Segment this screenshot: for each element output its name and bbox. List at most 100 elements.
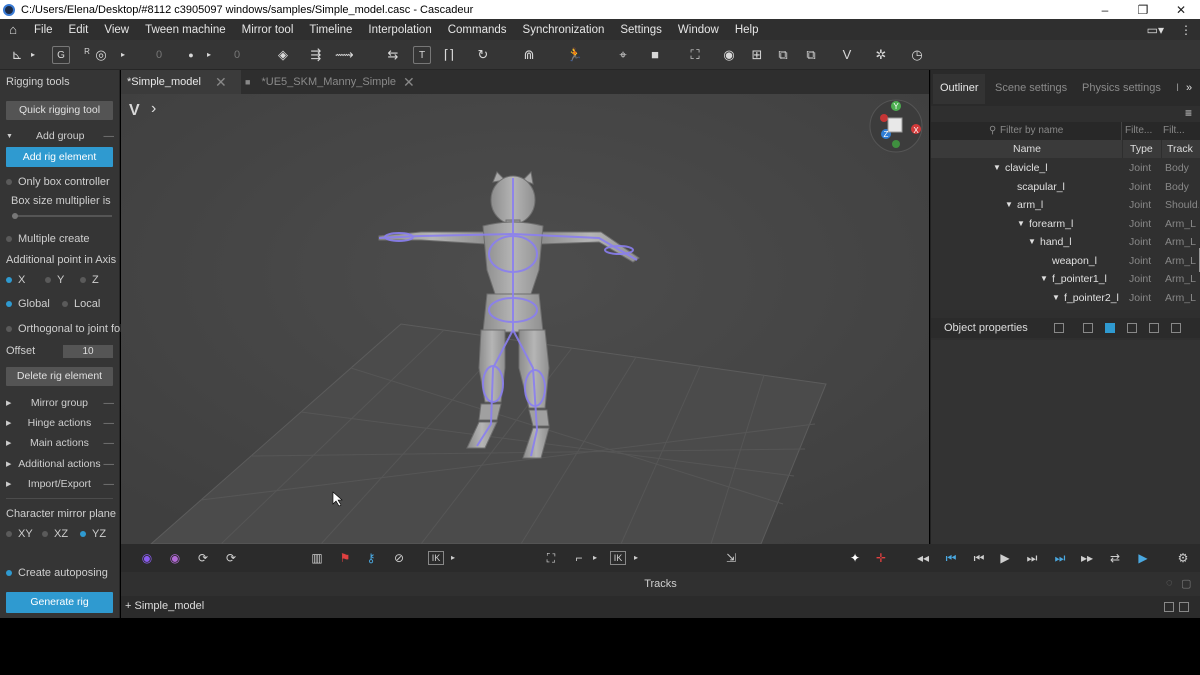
chevron-right-icon[interactable]: › [151,100,156,118]
camera-icon[interactable]: ■ [646,45,664,65]
col-type[interactable]: Type [1130,143,1153,155]
keyframe-interval-icon[interactable]: ◉ [167,549,183,567]
tab-scene-settings[interactable]: Scene settings [995,82,1067,94]
mirror-group-header[interactable]: ▶ Mirror group — [6,397,114,409]
props-view-icon-3[interactable] [1105,323,1115,333]
point-icon[interactable]: ● [182,45,200,65]
tree-row[interactable]: scapular_l Joint Body [931,178,1200,196]
more-icon[interactable]: ⋮ [1172,23,1200,37]
quick-rigging-tool-button[interactable]: Quick rigging tool [6,101,113,120]
menu-settings[interactable]: Settings [612,24,670,36]
viewport-logo-icon[interactable]: V [129,102,140,120]
menu-window[interactable]: Window [670,24,727,36]
box-size-slider-knob[interactable] [12,213,18,219]
plane-xy-radio[interactable]: XY [6,528,33,540]
create-autoposing-checkbox[interactable]: Create autoposing [6,567,108,579]
multiple-create-checkbox[interactable]: Multiple create [6,233,90,245]
tree-row[interactable]: weapon_l Joint Arm_L [931,252,1200,270]
layout-icon[interactable]: ▭▾ [1139,23,1172,37]
props-view-icon-1[interactable] [1054,323,1064,333]
add-rig-element-button[interactable]: Add rig element [6,147,113,167]
cascadeur-logo-icon[interactable]: V [838,45,856,65]
retime-icon[interactable]: ⇲ [723,549,739,567]
character-pose-icon[interactable]: 🏃 [566,45,584,65]
box-size-slider[interactable] [12,215,112,217]
lock-icon[interactable]: ▢ [1181,577,1191,590]
maximize-button[interactable]: ❐ [1124,3,1162,17]
bracket-icon[interactable]: ⌈⌉ [440,45,458,65]
flag-icon[interactable]: ⚑ [337,549,353,567]
close-tab-icon[interactable]: ✕ [215,70,227,94]
col-track[interactable]: Track [1167,143,1193,155]
tab-more[interactable]: I [1176,82,1179,94]
menu-commands[interactable]: Commands [440,24,515,36]
tree-row[interactable]: ▼ f_pointer1_l Joint Arm_L [931,270,1200,288]
expand-icon[interactable]: ▼ [1028,233,1036,251]
spiral-icon[interactable]: ◉ [720,45,738,65]
play-icon[interactable]: ▶ [997,549,1013,567]
target-icon[interactable]: ⌖ [614,45,632,65]
paste-frames-icon[interactable]: ⧉ [802,45,820,65]
step-interpolation-icon[interactable]: ⌐ [571,549,587,567]
go-to-end-icon[interactable]: ⏭ [1052,549,1068,567]
menu-timeline[interactable]: Timeline [301,24,360,36]
tree-row[interactable]: ▼ f_pointer2_l Joint Arm_L [931,289,1200,307]
global-radio[interactable]: Global [6,298,50,310]
rotate-tool-icon[interactable]: ↻ [474,45,492,65]
delete-rig-element-button[interactable]: Delete rig element [6,367,113,386]
track-visibility-checkbox[interactable] [1164,602,1174,612]
close-window-button[interactable]: ✕ [1162,3,1200,17]
only-box-controller-checkbox[interactable]: Only box controller [6,176,110,188]
orthogonal-checkbox[interactable]: Orthogonal to joint fold [6,323,129,335]
next-frame-icon[interactable]: ⏭ [1024,549,1040,567]
keyframe-record-icon[interactable]: ◉ [139,549,155,567]
physics-icon[interactable]: ✲ [872,45,890,65]
tabs-overflow-icon[interactable]: » [1186,82,1192,94]
hinge-actions-header[interactable]: ▶ Hinge actions — [6,417,114,429]
text-tool-button[interactable]: T [413,46,431,64]
menu-edit[interactable]: Edit [61,24,97,36]
interp-dropdown-icon[interactable]: ▸ [587,549,603,567]
menu-view[interactable]: View [96,24,137,36]
tab-simple-model[interactable]: *Simple_model ✕ [121,70,241,94]
expand-icon[interactable]: ▼ [1017,215,1025,233]
filter-type-input[interactable]: Filte... [1125,125,1152,136]
tab-outliner[interactable]: Outliner [940,82,979,94]
loop-alt-icon[interactable]: ⟳ [223,549,239,567]
plane-xz-radio[interactable]: XZ [42,528,68,540]
local-radio[interactable]: Local [62,298,100,310]
ik-toggle-button[interactable]: IK [428,551,444,565]
track-name[interactable]: + Simple_model [125,600,204,612]
point-dropdown-icon[interactable]: ▸ [200,45,218,65]
loop-playback-icon[interactable]: ⇄ [1107,549,1123,567]
clock-icon[interactable]: ◷ [908,45,926,65]
frame-select-icon[interactable]: ⛶ [686,45,704,65]
filter-by-name-input[interactable]: Filter by name [1000,125,1063,136]
main-actions-header[interactable]: ▶ Main actions — [6,437,114,449]
visibility-icon[interactable]: ◌ [1166,577,1173,589]
tab-physics-settings[interactable]: Physics settings [1082,82,1161,94]
loop-icon[interactable]: ⟳ [195,549,211,567]
arc-tool-icon[interactable]: ⋒ [520,45,538,65]
track-row[interactable]: + Simple_model [121,596,1200,618]
marker-icon[interactable]: ✛ [873,549,889,567]
forbidden-icon[interactable]: ⊘ [391,549,407,567]
tree-row[interactable]: ▼ forearm_l Joint Arm_L [931,215,1200,233]
settings-gear-icon[interactable]: ⚙ [1175,549,1191,567]
fit-view-icon[interactable]: ⛶ [543,549,559,567]
offset-input[interactable]: 10 [63,345,113,358]
props-view-icon-2[interactable] [1083,323,1093,333]
ik-mode-button[interactable]: IK [610,551,626,565]
menu-file[interactable]: File [26,24,61,36]
menu-synchronization[interactable]: Synchronization [515,24,613,36]
generate-rig-button[interactable]: Generate rig [6,592,113,613]
axis-y-radio[interactable]: Y [45,274,64,286]
add-group-header[interactable]: ▼ Add group — [6,130,114,142]
props-view-icon-4[interactable] [1127,323,1137,333]
axis-z-radio[interactable]: Z [80,274,99,286]
minimize-button[interactable]: ‒ [1086,3,1124,17]
rewind-icon[interactable]: ◂◂ [915,549,931,567]
plane-yz-radio[interactable]: YZ [80,528,106,540]
previous-frame-icon[interactable]: ⏮ [971,549,987,567]
eraser-icon[interactable]: ◈ [274,45,292,65]
